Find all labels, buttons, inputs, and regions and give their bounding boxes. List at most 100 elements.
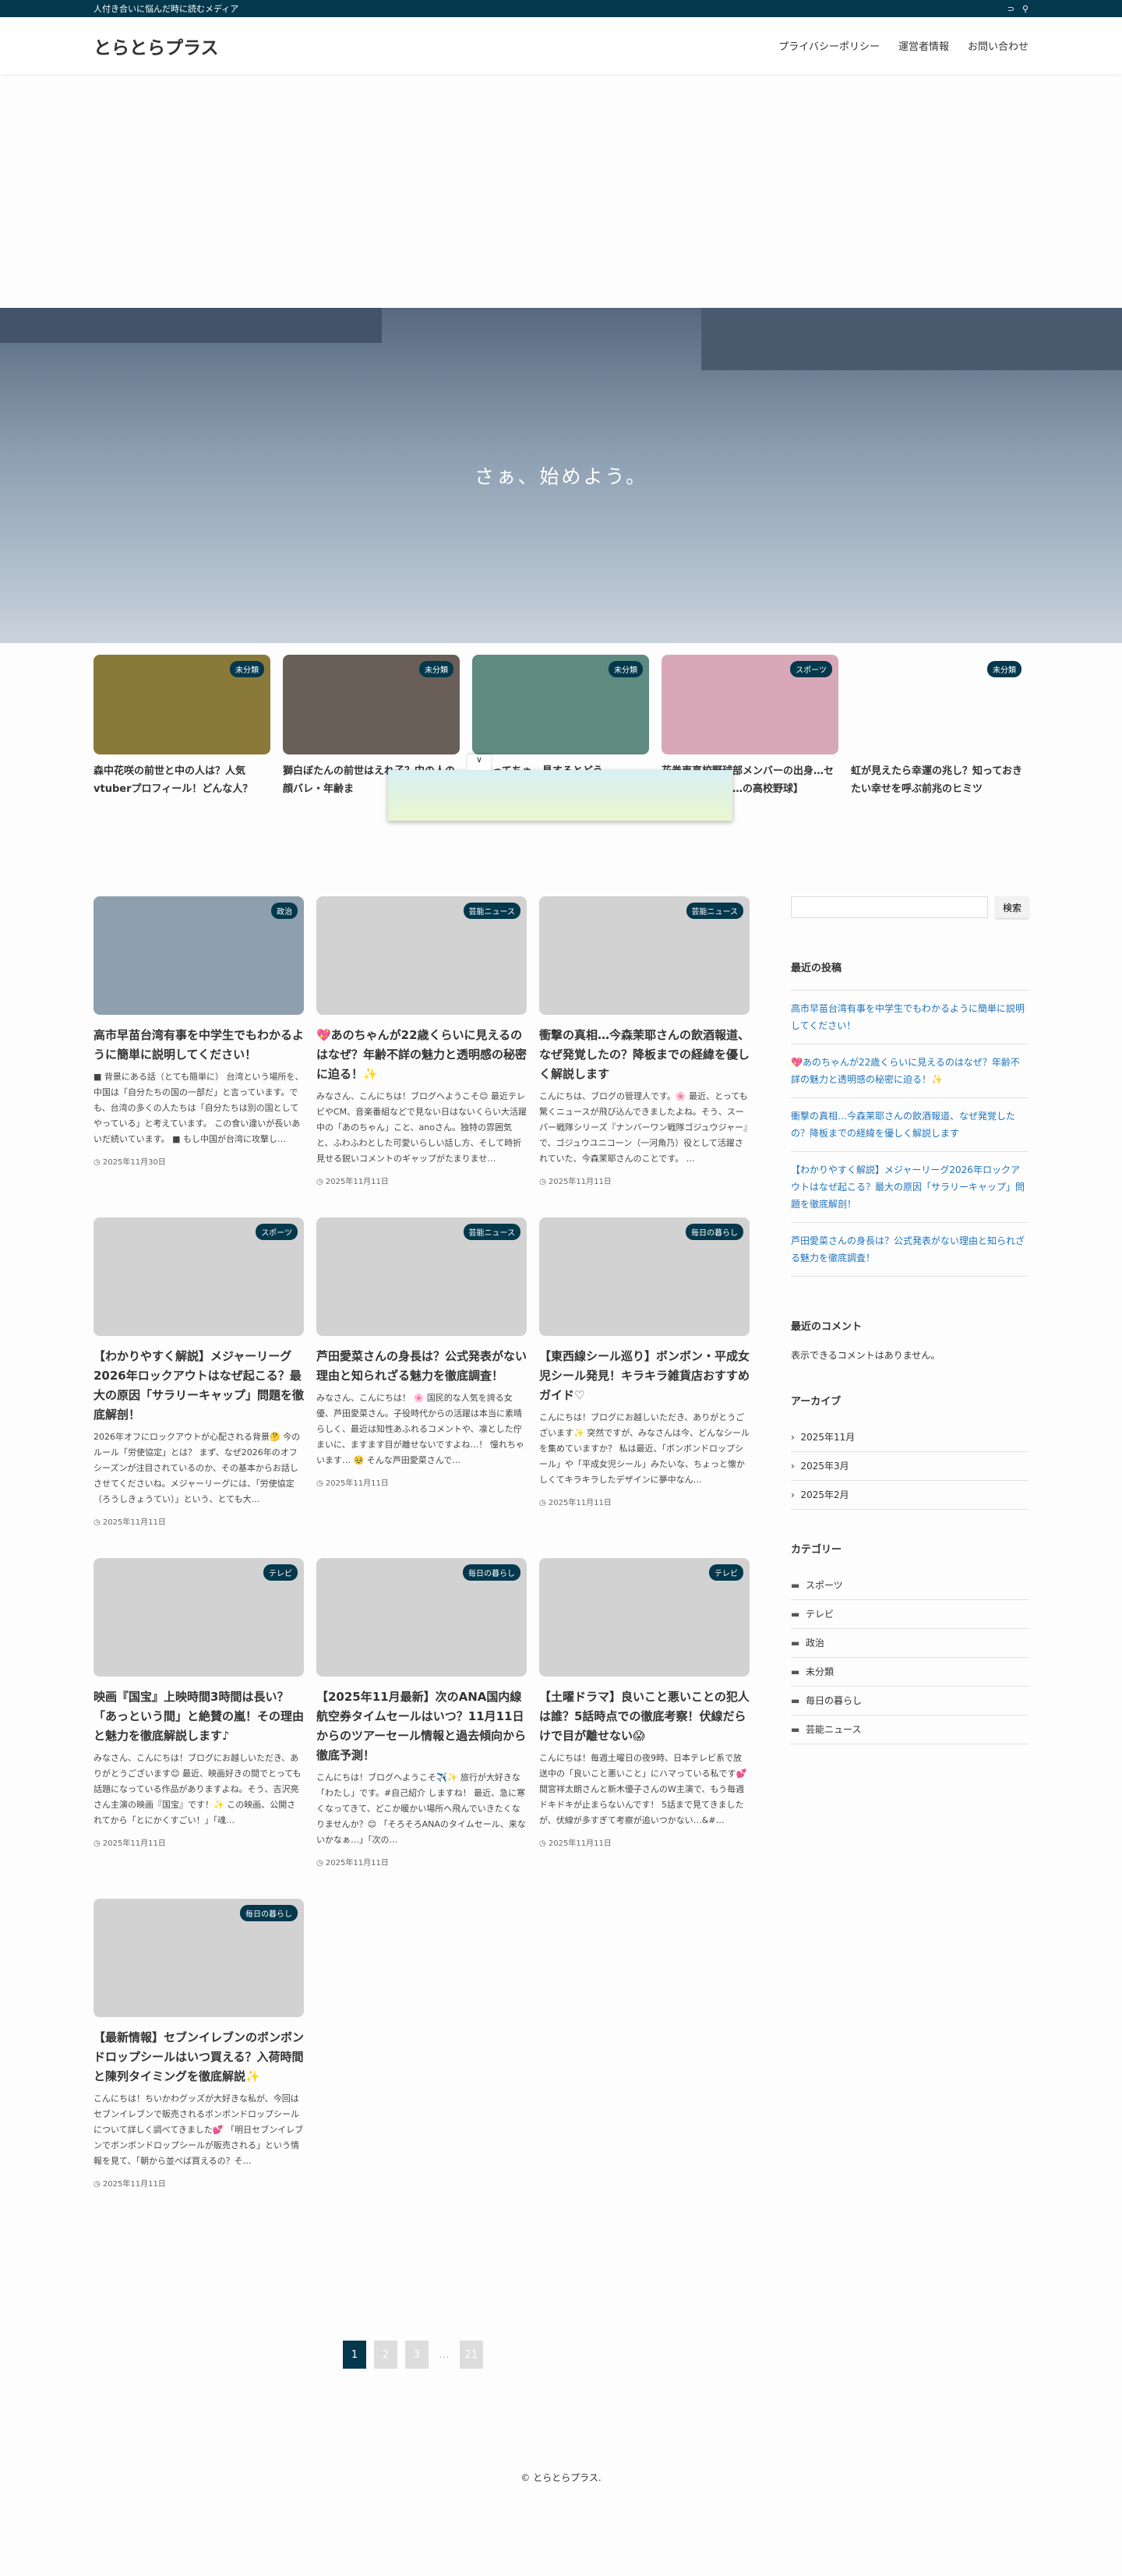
- folder-icon: ▬: [791, 1666, 806, 1677]
- pickup-title[interactable]: 森中花咲の前世と中の人は？人気vtuberプロフィール！どんな人？: [94, 762, 270, 798]
- post-thumbnail[interactable]: 芸能ニュース: [539, 896, 750, 1015]
- date-text: 2025年11月11日: [548, 1499, 612, 1507]
- date-text: 2025年11月11日: [102, 1839, 166, 1848]
- post-card[interactable]: 毎日の暮らし【東西線シール巡り】ボンボン・平成女児シール発見！キラキラ雑貨店おす…: [539, 1217, 750, 1527]
- page-2[interactable]: 2: [374, 2341, 397, 2369]
- post-excerpt: みなさん、こんにちは！ブログにお越しいただき、ありがとうございます😊 最近、映画…: [94, 1753, 302, 1825]
- clock-icon: ◷: [94, 2180, 103, 2189]
- archive-link[interactable]: › 2025年2月: [791, 1481, 1028, 1510]
- collapse-ad-button[interactable]: ∨: [468, 754, 491, 770]
- search-input[interactable]: [791, 896, 988, 918]
- post-card[interactable]: 毎日の暮らし【最新情報】セブンイレブンのボンボンドロップシールはいつ買える？入荷…: [94, 1899, 304, 2189]
- post-title[interactable]: 【最新情報】セブンイレブンのボンボンドロップシールはいつ買える？入荷時間と陳列タ…: [94, 2028, 304, 2087]
- post-title[interactable]: 【土曜ドラマ】良いこと悪いことの犯人は誰？5話時点での徹底考察！伏線だらけで目が…: [539, 1687, 750, 1746]
- post-card[interactable]: 芸能ニュース 💖あのちゃんが22歳くらいに見えるのはなぜ？年齢不詳の魅力と透明感の…: [316, 896, 527, 1186]
- overlay-ad[interactable]: ∨: [388, 754, 732, 821]
- post-date: ◷ 2025年11月11日: [316, 1476, 527, 1488]
- hero-text: さぁ、始めよう。: [474, 465, 647, 488]
- category-badge: 芸能ニュース: [463, 903, 520, 919]
- post-card[interactable]: 芸能ニュース衝撃の真相…今森茉耶さんの飲酒報道、なぜ発覚したの？降板までの経緯を…: [539, 896, 750, 1186]
- search-button[interactable]: 検索: [996, 896, 1028, 918]
- category-link[interactable]: ▬ 政治: [791, 1629, 1028, 1658]
- post-date: ◷ 2025年11月11日: [539, 1496, 750, 1507]
- category-badge: 政治: [271, 903, 298, 919]
- post-title[interactable]: 【2025年11月最新】次のANA国内線航空券タイムセールはいつ？11月11日か…: [316, 1687, 527, 1765]
- sidebar: 検索 最近の投稿 高市早苗台湾有事を中学生でもわかるように簡単に説明してください…: [791, 896, 1028, 1744]
- post-card[interactable]: 毎日の暮らし【2025年11月最新】次のANA国内線航空券タイムセールはいつ？1…: [316, 1558, 527, 1868]
- category-link[interactable]: ▬ テレビ: [791, 1600, 1028, 1629]
- nav-privacy[interactable]: プライバシーポリシー: [778, 38, 880, 53]
- recent-post-link[interactable]: 【わかりやすく解説】メジャーリーグ2026年ロックアウトはなぜ起こる？最大の原因…: [791, 1151, 1028, 1222]
- copyright: © とらとらプラス.: [520, 2472, 602, 2483]
- rss-icon[interactable]: ⊃: [1007, 4, 1014, 14]
- page-1[interactable]: 1: [343, 2341, 366, 2369]
- recent-post-link[interactable]: 💖あのちゃんが22歳くらいに見えるのはなぜ？年齢不詳の魅力と透明感の秘密に迫る！…: [791, 1044, 1028, 1097]
- site-logo[interactable]: とらとらプラス: [94, 33, 219, 59]
- clock-icon: ◷: [539, 1178, 549, 1186]
- archive-label: 2025年2月: [800, 1489, 849, 1500]
- post-card[interactable]: テレビ【土曜ドラマ】良いこと悪いことの犯人は誰？5話時点での徹底考察！伏線だらけ…: [539, 1558, 750, 1868]
- pickup-carousel: 未分類 森中花咲の前世と中の人は？人気vtuberプロフィール！どんな人？ 未分類獅…: [0, 643, 1122, 846]
- category-link[interactable]: ▬ スポーツ: [791, 1571, 1028, 1600]
- post-card[interactable]: テレビ映画『国宝』上映時間3時間は長い？「あっという間」と絶賛の嵐！その理由と魅…: [94, 1558, 304, 1868]
- nav-about[interactable]: 運営者情報: [898, 38, 949, 53]
- search-icon[interactable]: ⚲: [1022, 4, 1028, 14]
- category-badge: 毎日の暮らし: [463, 1564, 520, 1581]
- search-widget: 検索: [791, 896, 1028, 918]
- post-excerpt: こんにちは！ブログにお越しいただき、ありがとうございます✨ 突然ですが、みなさん…: [539, 1412, 750, 1485]
- folder-icon: ▬: [791, 1609, 806, 1620]
- post-date: ◷ 2025年11月11日: [316, 1856, 527, 1868]
- clock-icon: ◷: [539, 1499, 549, 1507]
- post-thumbnail[interactable]: 毎日の暮らし: [316, 1558, 527, 1677]
- pickup-thumbnail: スポーツ: [662, 655, 838, 754]
- recent-post-link[interactable]: 芦田愛菜さんの身長は？公式発表がない理由と知られざる魅力を徹底調査！: [791, 1222, 1028, 1276]
- pickup-card[interactable]: 未分類 虹が見えたら幸運の兆し？知っておきたい幸せを呼ぶ前兆のヒミツ: [851, 655, 1028, 834]
- category-badge: 未分類: [609, 661, 643, 677]
- post-thumbnail[interactable]: 芸能ニュース: [316, 1217, 527, 1336]
- page-last[interactable]: 21: [460, 2341, 483, 2369]
- clock-icon: ◷: [316, 1178, 326, 1186]
- category-label: スポーツ: [805, 1580, 843, 1591]
- post-title[interactable]: 【東西線シール巡り】ボンボン・平成女児シール発見！キラキラ雑貨店おすすめガイド♡: [539, 1347, 750, 1405]
- post-thumbnail[interactable]: テレビ: [94, 1558, 304, 1677]
- post-card[interactable]: 政治 高市早苗台湾有事を中学生でもわかるように簡単に説明してください！ ■ 背景にあ…: [94, 896, 304, 1186]
- post-excerpt: こんにちは！ちいかわグッズが大好きな私が、今回はセブンイレブンで販売されるボンボ…: [94, 2094, 304, 2166]
- post-thumbnail[interactable]: テレビ: [539, 1558, 750, 1677]
- pickup-card[interactable]: 未分類 森中花咲の前世と中の人は？人気vtuberプロフィール！どんな人？: [94, 655, 270, 834]
- post-thumbnail[interactable]: 政治: [94, 896, 304, 1015]
- post-title[interactable]: 【わかりやすく解説】メジャーリーグ2026年ロックアウトはなぜ起こる？最大の原因…: [94, 1347, 304, 1425]
- archive-link[interactable]: › 2025年3月: [791, 1452, 1028, 1481]
- post-title[interactable]: 映画『国宝』上映時間3時間は長い？「あっという間」と絶賛の嵐！その理由と魅力を徹…: [94, 1687, 304, 1746]
- post-card[interactable]: スポーツ【わかりやすく解説】メジャーリーグ2026年ロックアウトはなぜ起こる？最…: [94, 1217, 304, 1527]
- category-link[interactable]: ▬ 毎日の暮らし: [791, 1687, 1028, 1716]
- archive-label: 2025年3月: [800, 1461, 849, 1472]
- chevron-right-icon: ›: [791, 1461, 801, 1472]
- recent-post-link[interactable]: 衝撃の真相…今森茉耶さんの飲酒報道、なぜ発覚したの？降板までの経緯を優しく解説し…: [791, 1097, 1028, 1151]
- post-thumbnail[interactable]: 毎日の暮らし: [94, 1899, 304, 2017]
- nav-contact[interactable]: お問い合わせ: [968, 38, 1028, 53]
- recent-post-link[interactable]: 高市早苗台湾有事を中学生でもわかるように簡単に説明してください！: [791, 990, 1028, 1044]
- archive-title: アーカイブ: [791, 1396, 842, 1408]
- category-link[interactable]: ▬ 芸能ニュース: [791, 1716, 1028, 1744]
- date-text: 2025年11月11日: [548, 1178, 612, 1186]
- category-title: カテゴリー: [791, 1544, 842, 1556]
- post-title[interactable]: 高市早苗台湾有事を中学生でもわかるように簡単に説明してください！: [94, 1026, 304, 1065]
- post-thumbnail[interactable]: 毎日の暮らし: [539, 1217, 750, 1336]
- category-badge: スポーツ: [790, 661, 832, 677]
- post-card[interactable]: 芸能ニュース芦田愛菜さんの身長は？公式発表がない理由と知られざる魅力を徹底調査！…: [316, 1217, 527, 1527]
- post-title[interactable]: 衝撃の真相…今森茉耶さんの飲酒報道、なぜ発覚したの？降板までの経緯を優しく解説し…: [539, 1026, 750, 1084]
- post-thumbnail[interactable]: スポーツ: [94, 1217, 304, 1336]
- post-title[interactable]: 💖あのちゃんが22歳くらいに見えるのはなぜ？年齢不詳の魅力と透明感の秘密に迫る！…: [316, 1026, 527, 1084]
- category-link[interactable]: ▬ 未分類: [791, 1658, 1028, 1687]
- page-3[interactable]: 3: [405, 2341, 429, 2369]
- ad-space: [0, 74, 1122, 308]
- clock-icon: ◷: [316, 1859, 326, 1868]
- post-thumbnail[interactable]: 芸能ニュース: [316, 896, 527, 1015]
- main-nav: プライバシーポリシー 運営者情報 お問い合わせ: [778, 38, 1028, 53]
- archive-link[interactable]: › 2025年11月: [791, 1423, 1028, 1452]
- clock-icon: ◷: [539, 1839, 549, 1848]
- pickup-title[interactable]: 虹が見えたら幸運の兆し？知っておきたい幸せを呼ぶ前兆のヒミツ: [851, 762, 1028, 798]
- category-badge: 芸能ニュース: [686, 903, 743, 919]
- category-badge: テレビ: [263, 1564, 298, 1581]
- post-title[interactable]: 芦田愛菜さんの身長は？公式発表がない理由と知られざる魅力を徹底調査！: [316, 1347, 527, 1386]
